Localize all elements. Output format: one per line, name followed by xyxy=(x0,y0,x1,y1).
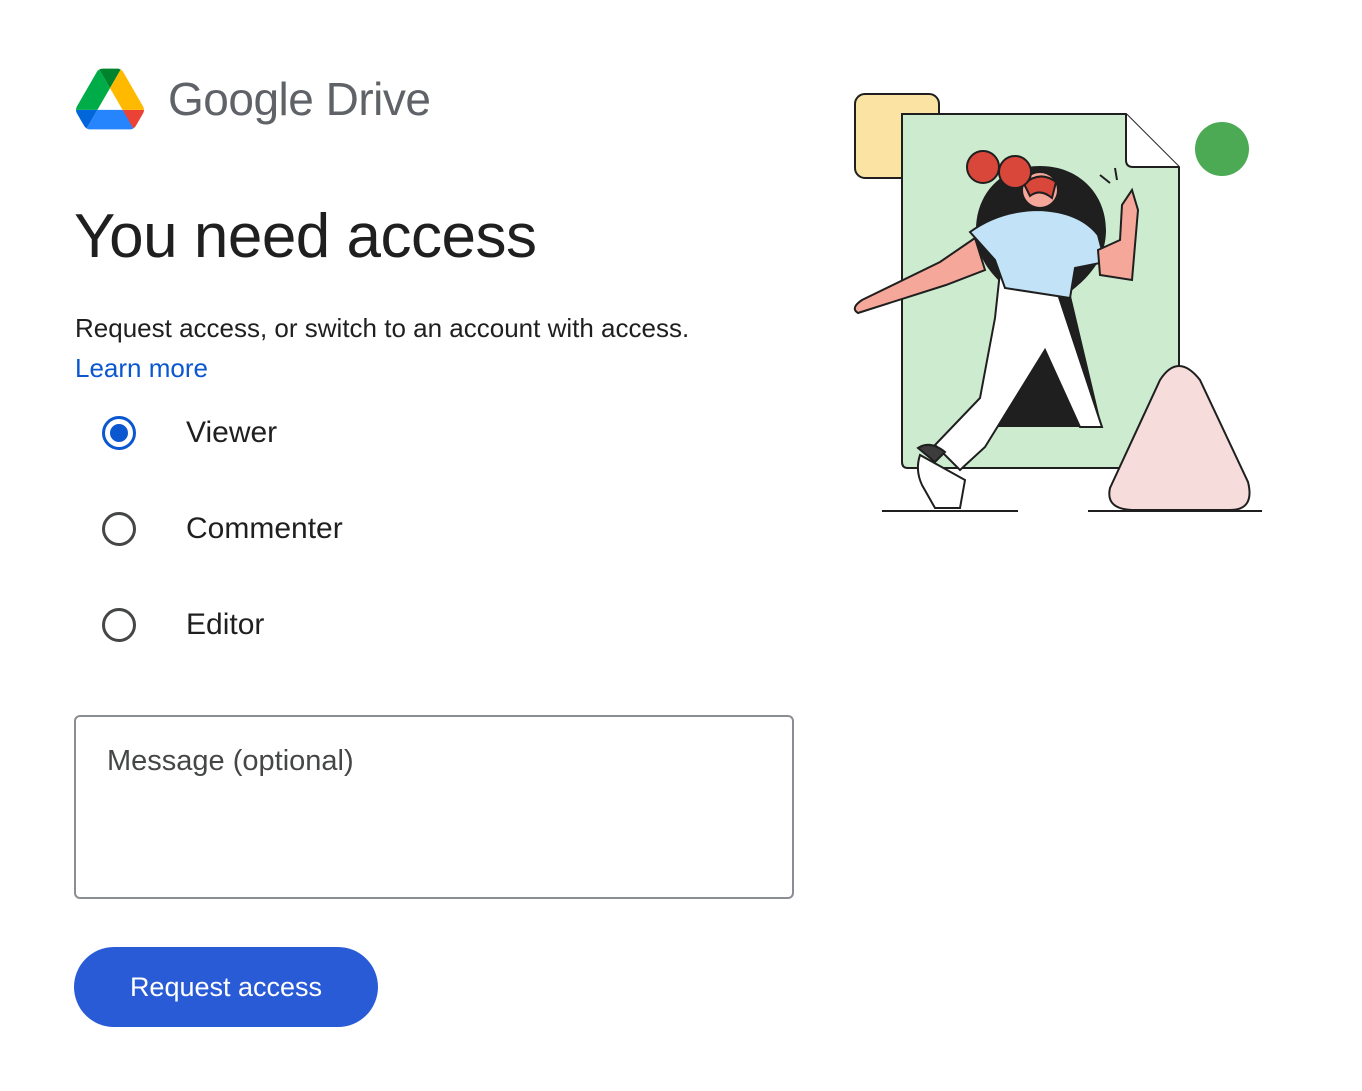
editor-label: Editor xyxy=(186,608,265,641)
role-option-viewer[interactable]: Viewer xyxy=(102,416,277,450)
editor-radio[interactable] xyxy=(102,608,136,642)
access-illustration xyxy=(853,93,1262,512)
request-access-button[interactable]: Request access xyxy=(74,947,378,1027)
description-text: Request access, or switch to an account … xyxy=(75,313,690,343)
message-input[interactable] xyxy=(74,715,794,899)
role-option-editor[interactable]: Editor xyxy=(102,608,264,642)
logo-text: Google Drive xyxy=(168,73,431,125)
commenter-radio[interactable] xyxy=(102,512,136,546)
google-drive-logo: Google Drive xyxy=(76,68,431,130)
viewer-label: Viewer xyxy=(186,416,278,449)
page-title: You need access xyxy=(74,202,537,271)
description-block: Request access, or switch to an account … xyxy=(75,308,835,388)
learn-more-link[interactable]: Learn more xyxy=(75,353,208,383)
google-drive-icon xyxy=(76,68,144,130)
commenter-label: Commenter xyxy=(186,512,343,545)
role-option-commenter[interactable]: Commenter xyxy=(102,512,343,546)
viewer-radio[interactable] xyxy=(102,416,136,450)
